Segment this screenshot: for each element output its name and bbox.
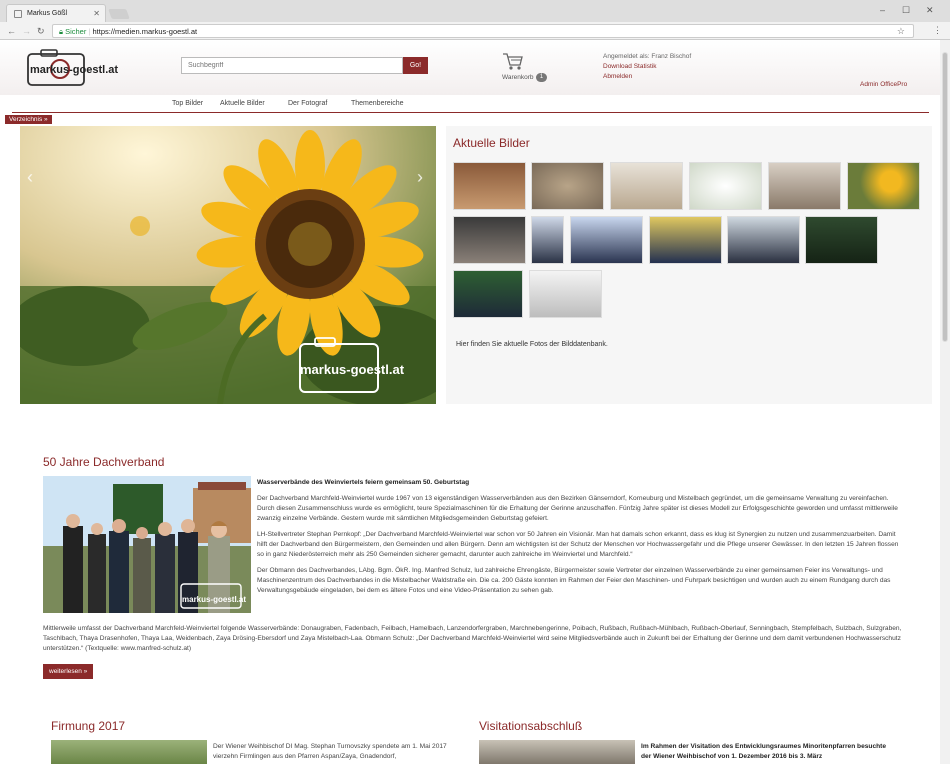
main-nav: Top Bilder Aktuelle Bilder Der Fotograf … [0,97,940,113]
user-greeting: Angemeldet als: Franz Bischof [603,53,692,60]
browser-tab-strip: Markus Gößl ✕ ‒ ☐ ✕ [0,0,950,22]
secure-label: Sicher [65,27,87,36]
nav-item-aktuelle-bilder[interactable]: Aktuelle Bilder [220,100,265,107]
page-favicon-icon [14,10,22,18]
lock-icon: 🔒︎ [59,27,63,36]
site-logo[interactable]: markus-goestl.at [27,48,121,86]
gallery-thumbnail[interactable] [847,162,920,210]
firmung-title[interactable]: Firmung 2017 [51,719,125,733]
gallery-thumbnail[interactable] [453,216,526,264]
close-window-icon[interactable]: ✕ [926,5,934,16]
gallery-thumbnail[interactable] [649,216,722,264]
admin-link[interactable]: Admin OfficePro [860,81,907,88]
gallery-thumbnail[interactable] [453,270,523,318]
article-teaser: Wasserverbände des Weinviertels feiern g… [257,478,903,602]
visitation-title[interactable]: Visitationsabschluß [479,719,582,733]
gallery-thumbnail[interactable] [531,162,604,210]
gallery-thumbnail[interactable] [768,162,841,210]
address-bar-row: ← → ↻ 🔒︎ Sicher | https://medien.markus-… [0,22,950,40]
bookmark-star-icon[interactable]: ☆ [897,26,905,37]
page-viewport: markus-goestl.at Go! Warenkorb 1 Angemel… [0,40,940,764]
back-icon[interactable]: ← [7,26,16,36]
download-statistics-link[interactable]: Download Statistik [603,62,691,72]
article-image[interactable]: markus-goestl.at [43,476,251,613]
gallery-thumbnail[interactable] [727,216,800,264]
nav-item-top-bilder[interactable]: Top Bilder [172,100,203,107]
hero-carousel[interactable]: markus-goestl.at [20,126,436,404]
minimize-icon[interactable]: ‒ [880,5,885,15]
firmung-text: Der Wiener Weihbischof DI Mag. Stephan T… [213,743,447,760]
logo-text: markus-goestl.at [30,64,118,76]
browser-menu-icon[interactable]: ⋮ [933,25,942,36]
gallery-thumbnail[interactable] [689,162,762,210]
search-button[interactable]: Go! [403,57,428,74]
close-tab-icon[interactable]: ✕ [93,9,100,18]
reload-icon[interactable]: ↻ [37,26,45,37]
cart-icon [503,53,523,70]
scrollbar-thumb[interactable] [942,52,948,342]
gallery-thumbnail[interactable] [531,216,564,264]
cart-count-badge: 1 [536,73,547,82]
nav-item-der-fotograf[interactable]: Der Fotograf [288,100,327,107]
carousel-next-icon[interactable]: › [417,167,423,188]
nav-divider [12,112,929,113]
hero-sunflower-image: markus-goestl.at [20,126,436,404]
url-field[interactable]: 🔒︎ Sicher | https://medien.markus-goestl… [52,24,914,38]
gallery-thumbnail[interactable] [570,216,643,264]
firmung-image[interactable] [51,740,207,764]
site-header: markus-goestl.at Go! Warenkorb 1 Angemel… [0,40,940,95]
forward-icon[interactable]: → [22,26,31,36]
read-more-button[interactable]: weiterlesen » [43,664,94,679]
gallery-description: Hier finden Sie aktuelle Fotos der Bildd… [456,341,608,348]
url-text: https://medien.markus-goestl.at [92,27,198,36]
article-paragraph-1: Der Dachverband Marchfeld-Weinviertel wu… [257,495,898,522]
article-watermark-text: markus-goestl.at [182,595,246,604]
cart-label: Warenkorb [502,74,534,81]
article-title[interactable]: 50 Jahre Dachverband [43,455,164,469]
verzeichnis-button[interactable]: Verzeichnis » [5,115,52,124]
cart-widget[interactable]: Warenkorb 1 [502,52,552,84]
gallery-thumbnail[interactable] [453,162,526,210]
article-paragraph-4: Mittlerweile umfasst der Dachverband Mar… [43,625,902,652]
logout-link[interactable]: Abmelden [603,72,691,82]
visitation-image[interactable] [479,740,635,764]
maximize-icon[interactable]: ☐ [902,5,910,16]
visitation-text: Im Rahmen der Visitation des Entwicklung… [641,743,887,760]
gallery-thumbnail[interactable] [610,162,683,210]
gallery-title: Aktuelle Bilder [453,136,530,150]
article-headline: Wasserverbände des Weinviertels feiern g… [257,479,470,486]
page-scrollbar[interactable] [940,40,950,764]
search-input[interactable] [181,57,403,74]
carousel-prev-icon[interactable]: ‹ [27,167,33,188]
new-tab-button[interactable] [108,9,130,19]
tab-title: Markus Gößl [27,10,68,17]
browser-tab[interactable]: Markus Gößl ✕ [6,4,106,22]
article-paragraph-3: Der Obmann des Dachverbandes, LAbg. Bgm.… [257,567,891,594]
gallery-thumbnail[interactable] [529,270,602,318]
gallery-thumbnail[interactable] [805,216,878,264]
user-box: Angemeldet als: Franz Bischof Download S… [603,52,691,82]
hero-watermark-text: markus-goestl.at [300,362,405,377]
current-images-panel: Aktuelle Bilder Hier finden Sie aktuelle… [446,126,932,404]
article-paragraph-2: LH-Stellvertreter Stephan Pernkopf: „Der… [257,531,899,558]
nav-item-themenbereiche[interactable]: Themenbereiche [351,100,404,107]
